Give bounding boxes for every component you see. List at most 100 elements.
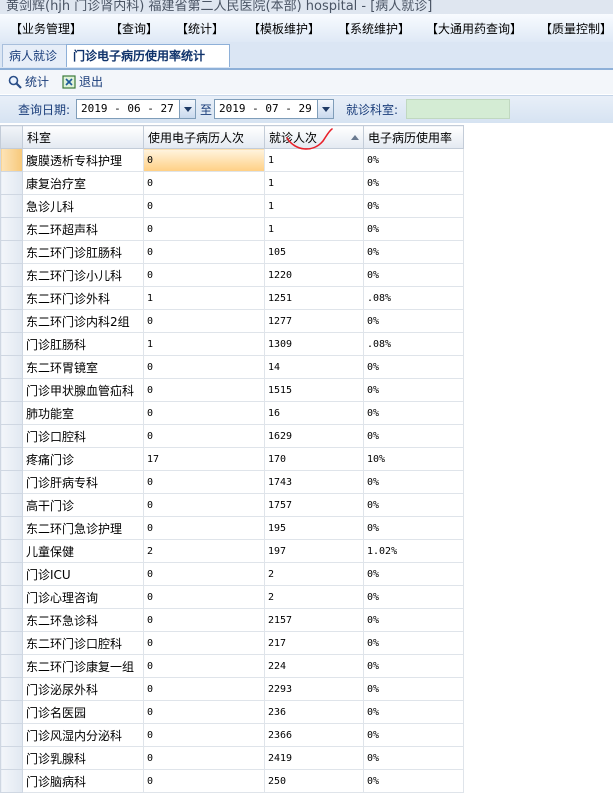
cell-emr-used[interactable]: 0 bbox=[143, 769, 265, 793]
cell-emr-used[interactable]: 0 bbox=[143, 240, 265, 264]
cell-visits[interactable]: 16 bbox=[264, 401, 364, 425]
cell-emr-rate[interactable]: 0% bbox=[363, 309, 464, 333]
row-header-cell[interactable] bbox=[0, 217, 23, 241]
cell-dept[interactable]: 康复治疗室 bbox=[22, 171, 144, 195]
cell-dept[interactable]: 东二环门诊康复一组 bbox=[22, 654, 144, 678]
cell-emr-used[interactable]: 0 bbox=[143, 470, 265, 494]
cell-emr-used[interactable]: 0 bbox=[143, 148, 265, 172]
cell-visits[interactable]: 1515 bbox=[264, 378, 364, 402]
cell-dept[interactable]: 门诊泌尿外科 bbox=[22, 677, 144, 701]
cell-emr-used[interactable]: 0 bbox=[143, 516, 265, 540]
cell-emr-rate[interactable]: 0% bbox=[363, 562, 464, 586]
col-header-emr-used[interactable]: 使用电子病历人次 bbox=[143, 125, 265, 149]
cell-emr-rate[interactable]: .08% bbox=[363, 286, 464, 310]
dept-input[interactable] bbox=[406, 99, 510, 119]
cell-visits[interactable]: 2366 bbox=[264, 723, 364, 747]
cell-emr-used[interactable]: 0 bbox=[143, 378, 265, 402]
cell-emr-used[interactable]: 0 bbox=[143, 654, 265, 678]
cell-dept[interactable]: 肺功能室 bbox=[22, 401, 144, 425]
row-header-cell[interactable] bbox=[0, 746, 23, 770]
table-row[interactable]: 康复治疗室 0 1 0% bbox=[0, 171, 464, 195]
row-header-cell[interactable] bbox=[0, 401, 23, 425]
cell-visits[interactable]: 1629 bbox=[264, 424, 364, 448]
cell-visits[interactable]: 1251 bbox=[264, 286, 364, 310]
cell-dept[interactable]: 高干门诊 bbox=[22, 493, 144, 517]
cell-emr-rate[interactable]: 0% bbox=[363, 677, 464, 701]
cell-dept[interactable]: 儿童保健 bbox=[22, 539, 144, 563]
cell-emr-used[interactable]: 0 bbox=[143, 171, 265, 195]
table-row[interactable]: 腹膜透析专科护理 0 1 0% bbox=[0, 148, 464, 172]
cell-emr-rate[interactable]: 0% bbox=[363, 424, 464, 448]
cell-emr-used[interactable]: 2 bbox=[143, 539, 265, 563]
cell-emr-rate[interactable]: 0% bbox=[363, 240, 464, 264]
cell-emr-used[interactable]: 0 bbox=[143, 677, 265, 701]
row-header-cell[interactable] bbox=[0, 194, 23, 218]
menu-template[interactable]: 【模板维护】 bbox=[248, 20, 320, 37]
cell-emr-rate[interactable]: 0% bbox=[363, 585, 464, 609]
row-header-cell[interactable] bbox=[0, 332, 23, 356]
cell-visits[interactable]: 1 bbox=[264, 148, 364, 172]
cell-visits[interactable]: 236 bbox=[264, 700, 364, 724]
cell-emr-used[interactable]: 0 bbox=[143, 355, 265, 379]
cell-emr-rate[interactable]: .08% bbox=[363, 332, 464, 356]
cell-emr-used[interactable]: 0 bbox=[143, 194, 265, 218]
table-row[interactable]: 肺功能室 0 16 0% bbox=[0, 401, 464, 425]
cell-visits[interactable]: 250 bbox=[264, 769, 364, 793]
row-header-cell[interactable] bbox=[0, 608, 23, 632]
table-row[interactable]: 门诊泌尿外科 0 2293 0% bbox=[0, 677, 464, 701]
row-header-cell[interactable] bbox=[0, 309, 23, 333]
cell-emr-used[interactable]: 0 bbox=[143, 746, 265, 770]
cell-emr-used[interactable]: 0 bbox=[143, 723, 265, 747]
exit-button[interactable]: 退出 bbox=[62, 73, 103, 91]
table-row[interactable]: 东二环超声科 0 1 0% bbox=[0, 217, 464, 241]
cell-emr-rate[interactable]: 10% bbox=[363, 447, 464, 471]
table-row[interactable]: 门诊名医园 0 236 0% bbox=[0, 700, 464, 724]
cell-dept[interactable]: 东二环门急诊护理 bbox=[22, 516, 144, 540]
cell-emr-rate[interactable]: 0% bbox=[363, 401, 464, 425]
table-row[interactable]: 东二环急诊科 0 2157 0% bbox=[0, 608, 464, 632]
end-date-picker[interactable]: 2019 - 07 - 29 bbox=[214, 99, 334, 119]
cell-dept[interactable]: 腹膜透析专科护理 bbox=[22, 148, 144, 172]
cell-visits[interactable]: 105 bbox=[264, 240, 364, 264]
col-header-dept[interactable]: 科室 bbox=[22, 125, 144, 149]
cell-dept[interactable]: 急诊儿科 bbox=[22, 194, 144, 218]
row-header-cell[interactable] bbox=[0, 769, 23, 793]
cell-emr-rate[interactable]: 0% bbox=[363, 700, 464, 724]
cell-visits[interactable]: 1220 bbox=[264, 263, 364, 287]
cell-emr-used[interactable]: 17 bbox=[143, 447, 265, 471]
cell-emr-rate[interactable]: 1.02% bbox=[363, 539, 464, 563]
cell-visits[interactable]: 197 bbox=[264, 539, 364, 563]
cell-emr-rate[interactable]: 0% bbox=[363, 746, 464, 770]
row-header-cell[interactable] bbox=[0, 424, 23, 448]
cell-emr-rate[interactable]: 0% bbox=[363, 148, 464, 172]
table-row[interactable]: 门诊肛肠科 1 1309.08% bbox=[0, 332, 464, 356]
cell-dept[interactable]: 门诊甲状腺血管疝科 bbox=[22, 378, 144, 402]
cell-emr-rate[interactable]: 0% bbox=[363, 171, 464, 195]
cell-emr-rate[interactable]: 0% bbox=[363, 355, 464, 379]
cell-emr-used[interactable]: 0 bbox=[143, 309, 265, 333]
cell-visits[interactable]: 1277 bbox=[264, 309, 364, 333]
row-header-cell[interactable] bbox=[0, 562, 23, 586]
row-header-cell[interactable] bbox=[0, 677, 23, 701]
row-header-cell[interactable] bbox=[0, 723, 23, 747]
table-row[interactable]: 门诊风湿内分泌科 0 2366 0% bbox=[0, 723, 464, 747]
cell-dept[interactable]: 东二环门诊肛肠科 bbox=[22, 240, 144, 264]
cell-emr-used[interactable]: 0 bbox=[143, 585, 265, 609]
tab-patient-visit[interactable]: 病人就诊 bbox=[2, 44, 72, 67]
cell-dept[interactable]: 东二环急诊科 bbox=[22, 608, 144, 632]
cell-emr-used[interactable]: 0 bbox=[143, 424, 265, 448]
cell-visits[interactable]: 2157 bbox=[264, 608, 364, 632]
chevron-down-icon[interactable] bbox=[317, 100, 333, 118]
table-row[interactable]: 东二环门诊康复一组 0 224 0% bbox=[0, 654, 464, 678]
cell-dept[interactable]: 东二环门诊内科2组 bbox=[22, 309, 144, 333]
menu-quality[interactable]: 【质量控制】 bbox=[540, 20, 612, 37]
cell-visits[interactable]: 1 bbox=[264, 217, 364, 241]
row-header-cell[interactable] bbox=[0, 585, 23, 609]
tab-emr-usage-stats[interactable]: 门诊电子病历使用率统计 bbox=[66, 44, 230, 67]
table-row[interactable]: 门诊ICU 0 2 0% bbox=[0, 562, 464, 586]
cell-emr-used[interactable]: 0 bbox=[143, 263, 265, 287]
cell-emr-used[interactable]: 0 bbox=[143, 493, 265, 517]
col-header-emr-rate[interactable]: 电子病历使用率 bbox=[363, 125, 464, 149]
row-header-cell[interactable] bbox=[0, 493, 23, 517]
cell-emr-rate[interactable]: 0% bbox=[363, 631, 464, 655]
